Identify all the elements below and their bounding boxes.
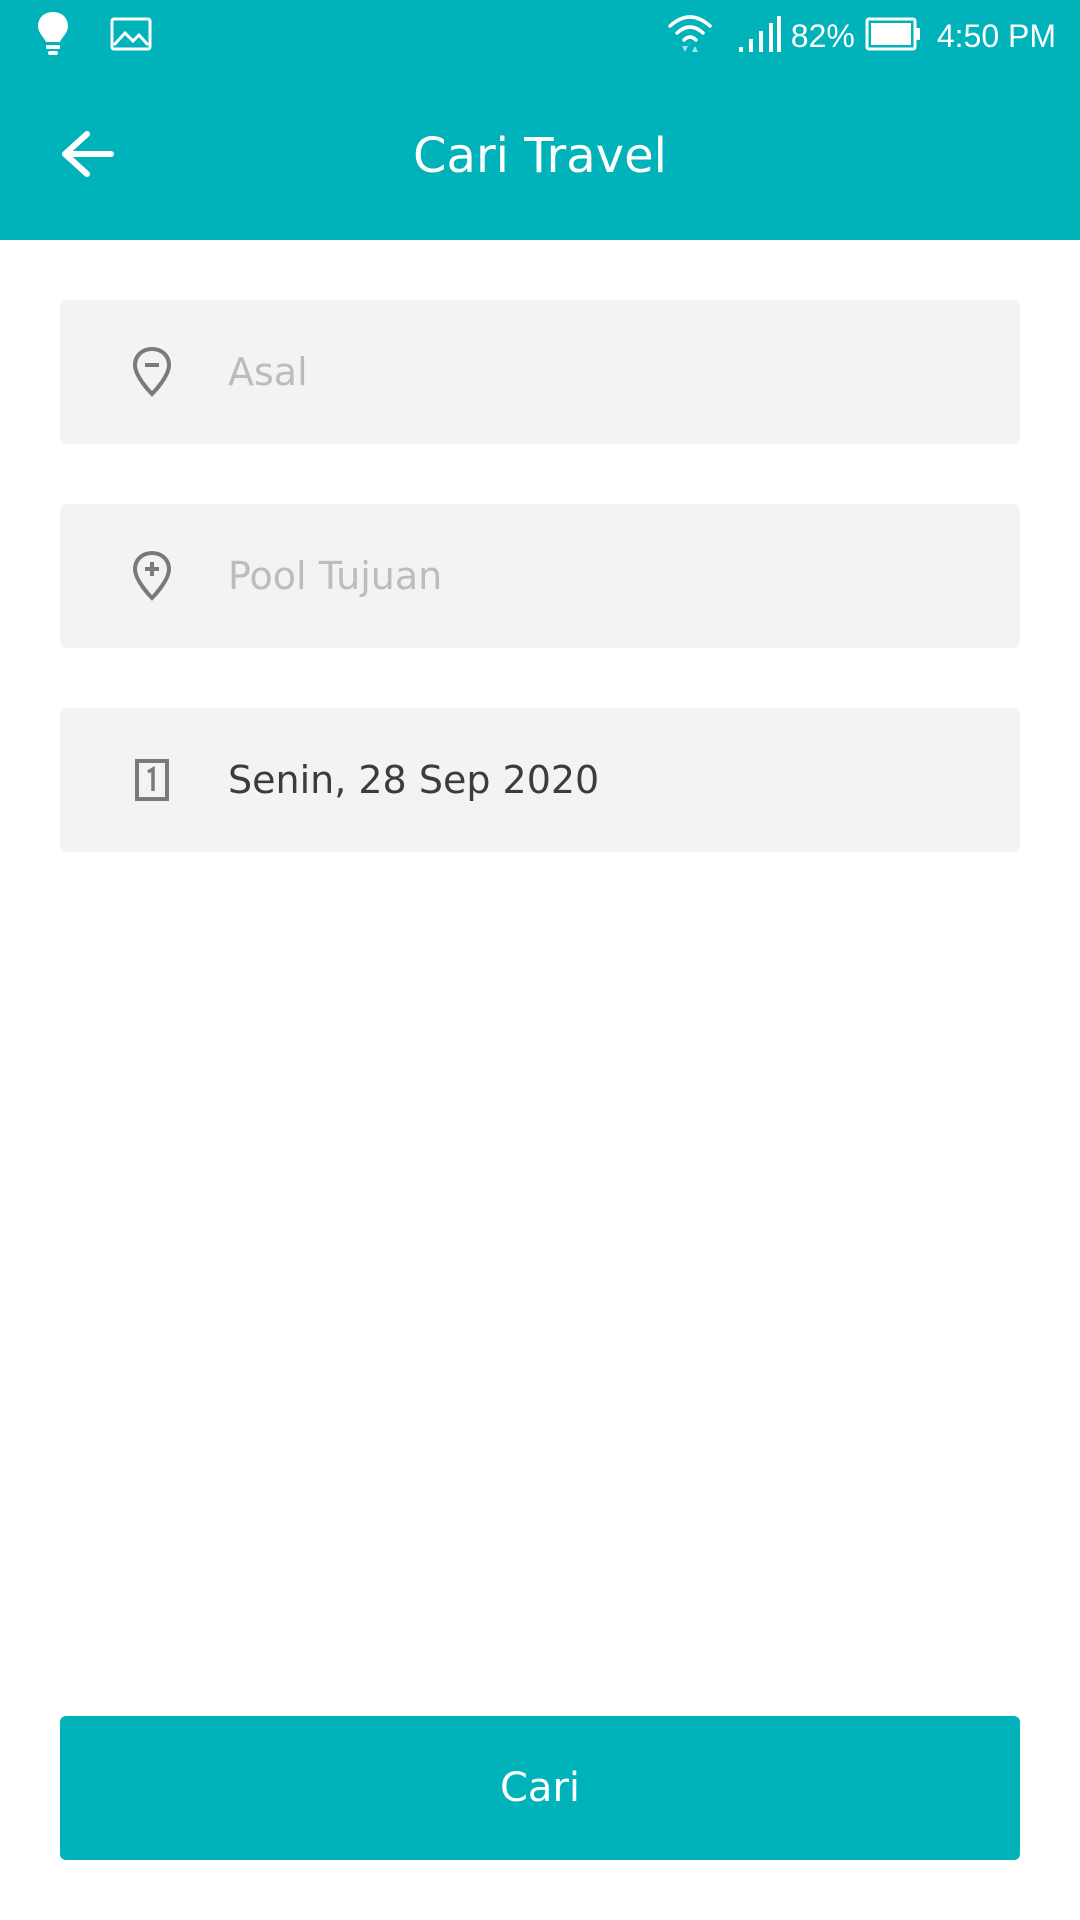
origin-field[interactable] [60, 300, 1020, 444]
date-value: Senin, 28 Sep 2020 [228, 758, 600, 802]
bulb-icon [36, 10, 70, 62]
screen: 82% 4:50 PM Cari Travel Asal Pool Tujuan… [0, 0, 1080, 1920]
date-field[interactable]: Senin, 28 Sep 2020 [60, 708, 1020, 852]
calendar-icon [124, 752, 180, 808]
image-icon [110, 17, 152, 55]
status-bar: 82% 4:50 PM [0, 0, 1080, 72]
origin-input[interactable] [228, 300, 988, 444]
status-left [36, 12, 152, 60]
arrow-left-icon [61, 130, 115, 182]
destination-field[interactable] [60, 504, 1020, 648]
location-minus-icon [124, 344, 180, 400]
location-plus-icon [124, 548, 180, 604]
battery-icon [865, 17, 921, 55]
search-button[interactable]: Cari [60, 1716, 1020, 1860]
destination-input[interactable] [228, 504, 988, 648]
signal-icon [737, 14, 781, 58]
app-bar: Cari Travel [0, 72, 1080, 240]
status-time: 4:50 PM [936, 17, 1056, 54]
wifi-icon [667, 12, 713, 60]
page-title: Cari Travel [413, 128, 667, 184]
battery-percent: 82% [790, 17, 855, 54]
status-right: 82% 4:50 PM [667, 12, 1056, 60]
back-button[interactable] [44, 112, 132, 200]
